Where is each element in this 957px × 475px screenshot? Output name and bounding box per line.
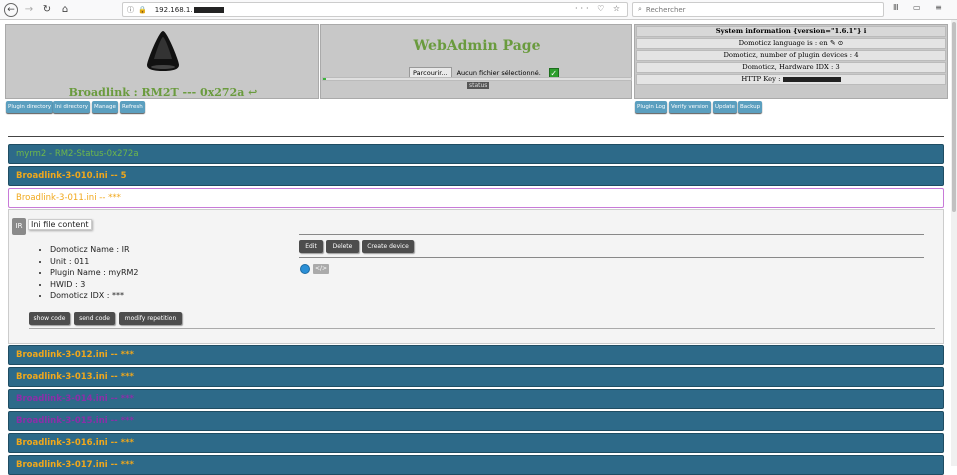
update-button[interactable]: Update [713, 101, 737, 113]
section-broadlink-013[interactable]: Broadlink-3-013.ini -- *** [8, 367, 944, 387]
list-item: HWID : 3 [50, 279, 139, 291]
page-scrollbar-thumb[interactable] [952, 22, 956, 212]
redacted-url [193, 6, 224, 13]
home-icon[interactable]: ⌂ [58, 3, 72, 17]
list-item: Domoticz Name : IR [50, 244, 139, 256]
ini-content-panel: IR Ini file content Domoticz Name : IR U… [8, 209, 944, 344]
section-broadlink-011[interactable]: Broadlink-3-011.ini -- *** [8, 188, 944, 208]
sysinfo-hardware-idx: Domoticz, Hardware IDX : 3 [636, 62, 946, 73]
send-code-button[interactable]: send code [74, 312, 115, 325]
upload-progress-bar [322, 77, 632, 81]
status-label: status [467, 82, 490, 89]
manage-button[interactable]: Manage [92, 101, 118, 113]
divider [299, 234, 924, 235]
section-broadlink-017[interactable]: Broadlink-3-017.ini -- *** [8, 455, 944, 475]
ir-badge: IR [12, 218, 26, 235]
create-device-button[interactable]: Create device [362, 240, 414, 253]
info-icon[interactable]: ⓘ [127, 5, 134, 15]
divider [29, 328, 935, 329]
device-panel: Broadlink : RM2T --- 0x272a ↩ [5, 24, 319, 99]
forward-icon[interactable]: → [22, 3, 36, 17]
search-bar[interactable]: ⌕ Rechercher [632, 2, 884, 17]
refresh-button[interactable]: Refresh [120, 101, 145, 113]
library-icon[interactable]: Ⅲ ▭ ≡ [893, 3, 948, 12]
list-item: Unit : 011 [50, 256, 139, 268]
section-broadlink-010[interactable]: Broadlink-3-010.ini -- 5 [8, 166, 944, 186]
url-text: 192.168.1. [154, 5, 193, 14]
section-broadlink-016[interactable]: Broadlink-3-016.ini -- *** [8, 433, 944, 453]
sysinfo-language: Domoticz language is : en ✎ ⊙ [636, 38, 946, 49]
list-item: Domoticz IDX : *** [50, 290, 139, 302]
sysinfo-http-key: HTTP Key : [741, 75, 781, 83]
device-title: Broadlink : RM2T --- 0x272a ↩ [68, 86, 258, 99]
modify-repetition-button[interactable]: modify repetition [119, 312, 182, 325]
sysinfo-title: System information {version="1.6.1"} i [636, 26, 946, 37]
section-broadlink-014[interactable]: Broadlink-3-014.ini -- *** [8, 389, 944, 409]
reload-icon[interactable]: ↻ [40, 3, 54, 17]
broadlink-device-icon [147, 31, 179, 71]
search-icon: ⌕ [638, 5, 642, 13]
ini-info-list: Domoticz Name : IR Unit : 011 Plugin Nam… [40, 244, 139, 302]
edit-button[interactable]: Edit [299, 240, 323, 253]
verify-version-button[interactable]: Verify version [669, 101, 711, 113]
code-icon[interactable]: </> [313, 264, 329, 274]
upload-progress-fill [323, 78, 327, 80]
ini-file-content-label: Ini file content [28, 219, 92, 230]
ini-directory-button[interactable]: Ini directory [53, 101, 90, 113]
divider [299, 257, 924, 258]
section-myrm2[interactable]: myrm2 - RM2-Status-0x272a [8, 144, 944, 164]
redacted-http-key [782, 76, 841, 82]
webadmin-panel: WebAdmin Page Parcourir... Aucun fichier… [320, 24, 632, 99]
search-placeholder: Rechercher [645, 5, 686, 14]
page-title: WebAdmin Page [413, 38, 541, 54]
backup-button[interactable]: Backup [738, 101, 763, 113]
section-broadlink-015[interactable]: Broadlink-3-015.ini -- *** [8, 411, 944, 431]
system-info-panel: System information {version="1.6.1"} i D… [634, 24, 948, 99]
delete-button[interactable]: Delete [326, 240, 359, 253]
no-file-label: Aucun fichier sélectionné. [456, 69, 541, 77]
url-bar[interactable]: ⓘ 🔒 192.168.1. ··· ♡ ☆ [122, 2, 628, 17]
section-broadlink-012[interactable]: Broadlink-3-012.ini -- *** [8, 345, 944, 365]
separator [8, 136, 944, 137]
back-icon[interactable]: ← [4, 2, 18, 17]
list-item: Plugin Name : myRM2 [50, 267, 139, 279]
sysinfo-http-key-row: HTTP Key : [636, 74, 946, 85]
browser-toolbar: ← → ↻ ⌂ ⓘ 🔒 192.168.1. ··· ♡ ☆ ⌕ Recherc… [0, 0, 957, 20]
plugin-log-button[interactable]: Plugin Log [635, 101, 668, 113]
sysinfo-plugin-devices: Domoticz, number of plugin devices : 4 [636, 50, 946, 61]
show-code-button[interactable]: show code [29, 312, 70, 325]
plugin-directory-button[interactable]: Plugin directory [6, 101, 54, 113]
page-actions-icon[interactable]: ··· ♡ ☆ [575, 4, 623, 13]
insecure-lock-icon[interactable]: 🔒 [138, 6, 147, 14]
globe-icon[interactable] [300, 264, 310, 274]
